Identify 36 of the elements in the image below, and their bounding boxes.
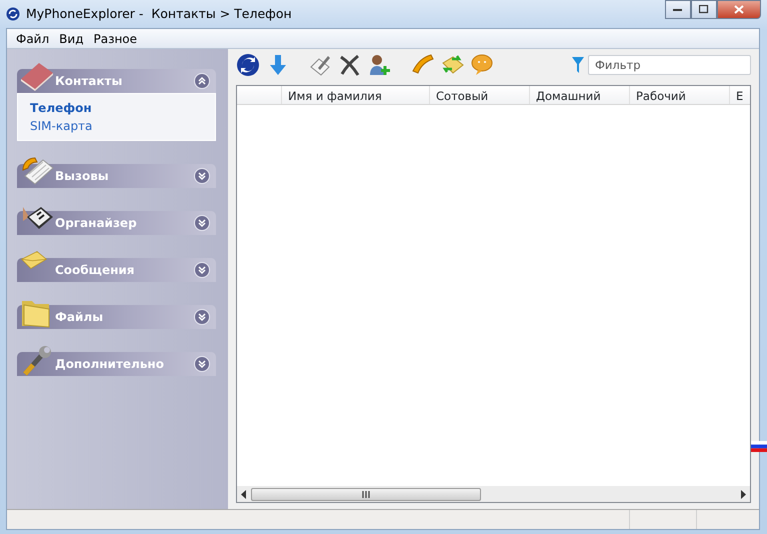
maximize-icon [699, 5, 709, 14]
sidebar-item[interactable]: Телефон [30, 99, 92, 117]
maximize-button[interactable] [691, 0, 717, 19]
close-icon [734, 5, 744, 14]
expand-icon[interactable] [194, 168, 210, 184]
expand-icon[interactable] [194, 215, 210, 231]
scrollbar-thumb[interactable] [251, 488, 481, 500]
speech-bubble-button[interactable] [470, 53, 494, 77]
menu-item[interactable]: Вид [54, 30, 88, 48]
envelope-icon [19, 250, 49, 270]
expand-icon[interactable] [194, 356, 210, 372]
sidebar-item[interactable]: SIM-карта [30, 117, 92, 135]
expand-icon[interactable] [194, 262, 210, 278]
scroll-left-icon[interactable] [240, 490, 248, 498]
column-header[interactable]: Сотовый [430, 86, 530, 104]
close-button[interactable] [717, 0, 761, 19]
column-header[interactable]: Рабочий [630, 86, 730, 104]
expand-icon[interactable] [194, 309, 210, 325]
column-header[interactable]: Домашний [530, 86, 630, 104]
book-icon [19, 61, 55, 91]
app-icon [6, 7, 20, 21]
menu-item[interactable]: Файл [11, 30, 54, 48]
window-title: MyPhoneExplorer - Контакты > Телефон [26, 4, 292, 23]
minimize-button[interactable] [665, 0, 691, 19]
scroll-right-icon[interactable] [739, 490, 747, 498]
minimize-icon [673, 8, 683, 12]
delete-button[interactable] [338, 53, 362, 77]
add-person-button[interactable] [368, 53, 392, 77]
filter-icon [572, 57, 584, 73]
filter-field[interactable]: Фильтр [588, 55, 751, 75]
column-header[interactable]: E [730, 86, 750, 104]
menu-item[interactable]: Разное [88, 30, 142, 48]
collapse-icon[interactable] [194, 73, 210, 89]
column-header[interactable]: Имя и фамилия [282, 86, 430, 104]
edit-button[interactable] [308, 53, 332, 77]
refresh-button[interactable] [236, 53, 260, 77]
